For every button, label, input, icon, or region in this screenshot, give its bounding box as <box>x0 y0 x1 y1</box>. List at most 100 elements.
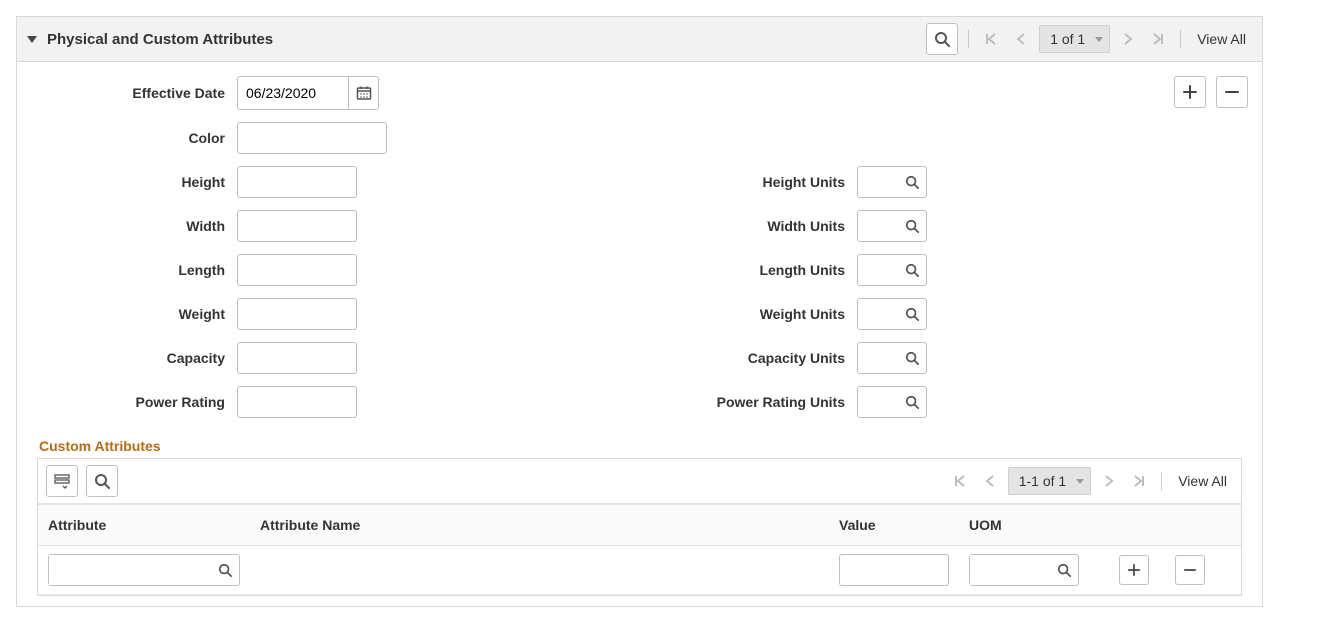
col-delete <box>1165 505 1221 546</box>
height-units-field <box>857 166 927 198</box>
search-icon <box>905 219 919 233</box>
col-attribute-name[interactable]: Attribute Name <box>250 505 829 546</box>
length-units-input[interactable] <box>858 255 898 285</box>
separator <box>968 30 969 48</box>
grid-next-button[interactable] <box>1097 469 1121 493</box>
grid-page-text: 1-1 of 1 <box>1019 473 1066 489</box>
height-units-lookup[interactable] <box>898 175 926 189</box>
effective-date-input[interactable] <box>238 77 348 109</box>
effective-date-wrapper <box>237 76 379 110</box>
row-value-input[interactable] <box>839 554 949 586</box>
search-icon <box>905 351 919 365</box>
grid-view-all-link[interactable]: View All <box>1172 473 1233 489</box>
grid-first-button[interactable] <box>948 469 972 493</box>
grid-page-select[interactable]: 1-1 of 1 <box>1008 467 1091 495</box>
col-value[interactable]: Value <box>829 505 959 546</box>
height-units-label: Height Units <box>437 174 857 190</box>
power-rating-units-label: Power Rating Units <box>437 394 857 410</box>
weight-label: Weight <box>37 306 237 322</box>
last-page-button[interactable] <box>1146 27 1170 51</box>
add-row-button[interactable] <box>1174 76 1206 108</box>
power-rating-units-lookup[interactable] <box>898 395 926 409</box>
panel-body: Effective Date Color Height <box>17 62 1262 606</box>
grid-last-button[interactable] <box>1127 469 1151 493</box>
panel-header: Physical and Custom Attributes 1 of 1 <box>17 17 1262 62</box>
row-add-button[interactable] <box>1119 555 1149 585</box>
date-picker-button[interactable] <box>348 77 378 109</box>
search-icon <box>905 307 919 321</box>
prev-page-button[interactable] <box>1009 27 1033 51</box>
length-label: Length <box>37 262 237 278</box>
grid-prev-button[interactable] <box>978 469 1002 493</box>
power-rating-label: Power Rating <box>37 394 237 410</box>
height-label: Height <box>37 174 237 190</box>
capacity-label: Capacity <box>37 350 237 366</box>
chevron-down-icon <box>1095 37 1103 42</box>
col-spacer <box>1221 505 1241 546</box>
first-page-button[interactable] <box>979 27 1003 51</box>
collapse-icon[interactable] <box>27 36 37 43</box>
color-label: Color <box>37 130 237 146</box>
chevron-down-icon <box>1076 479 1084 484</box>
plus-icon <box>1183 85 1197 99</box>
power-rating-input[interactable] <box>237 386 357 418</box>
capacity-units-input[interactable] <box>858 343 898 373</box>
capacity-input[interactable] <box>237 342 357 374</box>
height-input[interactable] <box>237 166 357 198</box>
search-icon <box>905 175 919 189</box>
width-input[interactable] <box>237 210 357 242</box>
table-row <box>38 546 1241 595</box>
weight-units-field <box>857 298 927 330</box>
width-units-input[interactable] <box>858 211 898 241</box>
search-icon <box>1057 563 1071 577</box>
col-attribute[interactable]: Attribute <box>38 505 250 546</box>
capacity-units-label: Capacity Units <box>437 350 857 366</box>
width-units-label: Width Units <box>437 218 857 234</box>
first-icon <box>954 475 966 487</box>
height-units-input[interactable] <box>858 167 898 197</box>
separator <box>1180 30 1181 48</box>
page-text: 1 of 1 <box>1050 31 1085 47</box>
width-units-lookup[interactable] <box>898 219 926 233</box>
calendar-icon <box>356 85 372 101</box>
col-add <box>1109 505 1165 546</box>
next-page-button[interactable] <box>1116 27 1140 51</box>
minus-icon <box>1225 85 1239 99</box>
attributes-left-column: Effective Date Color Height <box>37 76 437 430</box>
power-rating-units-field <box>857 386 927 418</box>
grid-toolbar: 1-1 of 1 View All <box>38 459 1241 504</box>
weight-input[interactable] <box>237 298 357 330</box>
row-attribute-input[interactable] <box>49 555 211 585</box>
attributes-right-column: Height Units Width Units <box>437 76 987 430</box>
page-select[interactable]: 1 of 1 <box>1039 25 1110 53</box>
weight-units-lookup[interactable] <box>898 307 926 321</box>
capacity-units-lookup[interactable] <box>898 351 926 365</box>
power-rating-units-input[interactable] <box>858 387 898 417</box>
delete-row-button[interactable] <box>1216 76 1248 108</box>
row-uom-lookup[interactable] <box>1050 563 1078 577</box>
chevron-left-icon <box>1016 33 1026 45</box>
capacity-units-field <box>857 342 927 374</box>
chevron-right-icon <box>1123 33 1133 45</box>
color-input[interactable] <box>237 122 387 154</box>
length-units-lookup[interactable] <box>898 263 926 277</box>
last-icon <box>1133 475 1145 487</box>
weight-units-input[interactable] <box>858 299 898 329</box>
grid-settings-button[interactable] <box>46 465 78 497</box>
custom-attributes-grid: 1-1 of 1 View All <box>37 458 1242 596</box>
view-all-link[interactable]: View All <box>1191 31 1252 47</box>
search-icon <box>218 563 232 577</box>
length-input[interactable] <box>237 254 357 286</box>
row-uom-input[interactable] <box>970 555 1050 585</box>
width-units-field <box>857 210 927 242</box>
col-uom[interactable]: UOM <box>959 505 1109 546</box>
row-attribute-lookup[interactable] <box>211 563 239 577</box>
find-button[interactable] <box>926 23 958 55</box>
search-icon <box>905 263 919 277</box>
weight-units-label: Weight Units <box>437 306 857 322</box>
search-icon <box>905 395 919 409</box>
grid-find-button[interactable] <box>86 465 118 497</box>
row-delete-button[interactable] <box>1175 555 1205 585</box>
width-label: Width <box>37 218 237 234</box>
last-icon <box>1152 33 1164 45</box>
